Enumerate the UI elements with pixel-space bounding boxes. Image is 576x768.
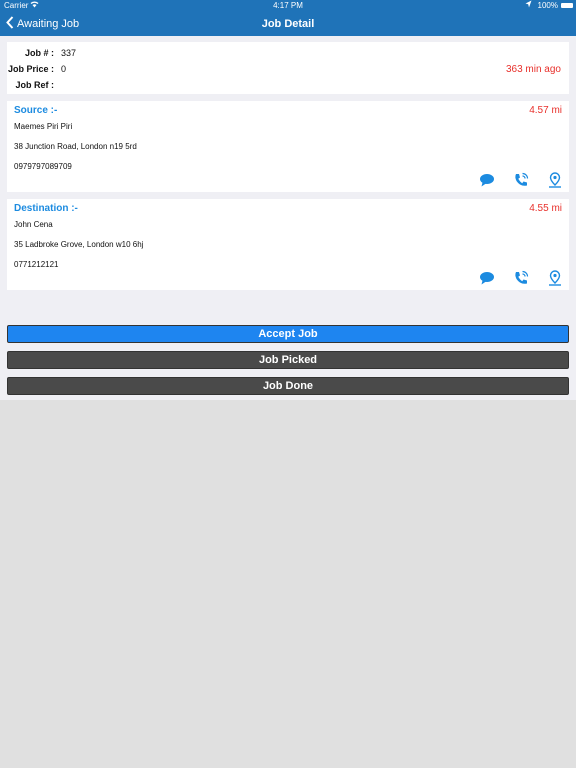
job-detail-content: Job # : 337 Job Price : 0 Job Ref : 363 … bbox=[0, 36, 576, 400]
job-picked-button[interactable]: Job Picked bbox=[7, 351, 569, 369]
page-title: Job Detail bbox=[261, 18, 315, 30]
destination-card: Destination :- 4.55 mi John Cena 35 Ladb… bbox=[7, 199, 569, 290]
job-done-button[interactable]: Job Done bbox=[7, 377, 569, 395]
destination-phone: 0771212121 bbox=[14, 260, 59, 269]
job-summary-card: Job # : 337 Job Price : 0 Job Ref : 363 … bbox=[7, 42, 569, 94]
navigation-bar: Awaiting Job Job Detail bbox=[0, 12, 576, 36]
phone-icon[interactable] bbox=[513, 270, 529, 286]
location-arrow-icon bbox=[525, 0, 532, 12]
destination-distance: 4.55 mi bbox=[529, 203, 562, 214]
source-phone: 0979797089709 bbox=[14, 162, 72, 171]
battery-percent: 100% bbox=[537, 1, 558, 10]
status-bar: Carrier 4:17 PM 100% bbox=[0, 0, 576, 12]
battery-icon bbox=[561, 3, 573, 8]
source-distance: 4.57 mi bbox=[529, 105, 562, 116]
chat-icon[interactable] bbox=[479, 172, 495, 188]
source-address: 38 Junction Road, London n19 5rd bbox=[14, 142, 137, 151]
chat-icon[interactable] bbox=[479, 270, 495, 286]
top-bar: Carrier 4:17 PM 100% Awaiting Job Job De… bbox=[0, 0, 576, 36]
clock: 4:17 PM bbox=[273, 1, 303, 10]
map-pin-icon[interactable] bbox=[547, 270, 563, 286]
phone-icon[interactable] bbox=[513, 172, 529, 188]
map-pin-icon[interactable] bbox=[547, 172, 563, 188]
job-number-value: 337 bbox=[61, 48, 77, 58]
time-ago: 363 min ago bbox=[505, 64, 561, 75]
job-number-label: Job # : bbox=[24, 48, 54, 58]
source-name: Maemes Piri Piri bbox=[14, 122, 73, 131]
accept-job-button[interactable]: Accept Job bbox=[7, 325, 569, 343]
job-price-label: Job Price : bbox=[7, 64, 54, 74]
destination-heading: Destination :- bbox=[14, 203, 78, 214]
job-price-value: 0 bbox=[61, 64, 67, 74]
destination-address: 35 Ladbroke Grove, London w10 6hj bbox=[14, 240, 144, 249]
source-heading: Source :- bbox=[14, 105, 58, 116]
source-card: Source :- 4.57 mi Maemes Piri Piri 38 Ju… bbox=[7, 101, 569, 192]
destination-name: John Cena bbox=[14, 220, 53, 229]
job-ref-label: Job Ref : bbox=[15, 80, 54, 90]
